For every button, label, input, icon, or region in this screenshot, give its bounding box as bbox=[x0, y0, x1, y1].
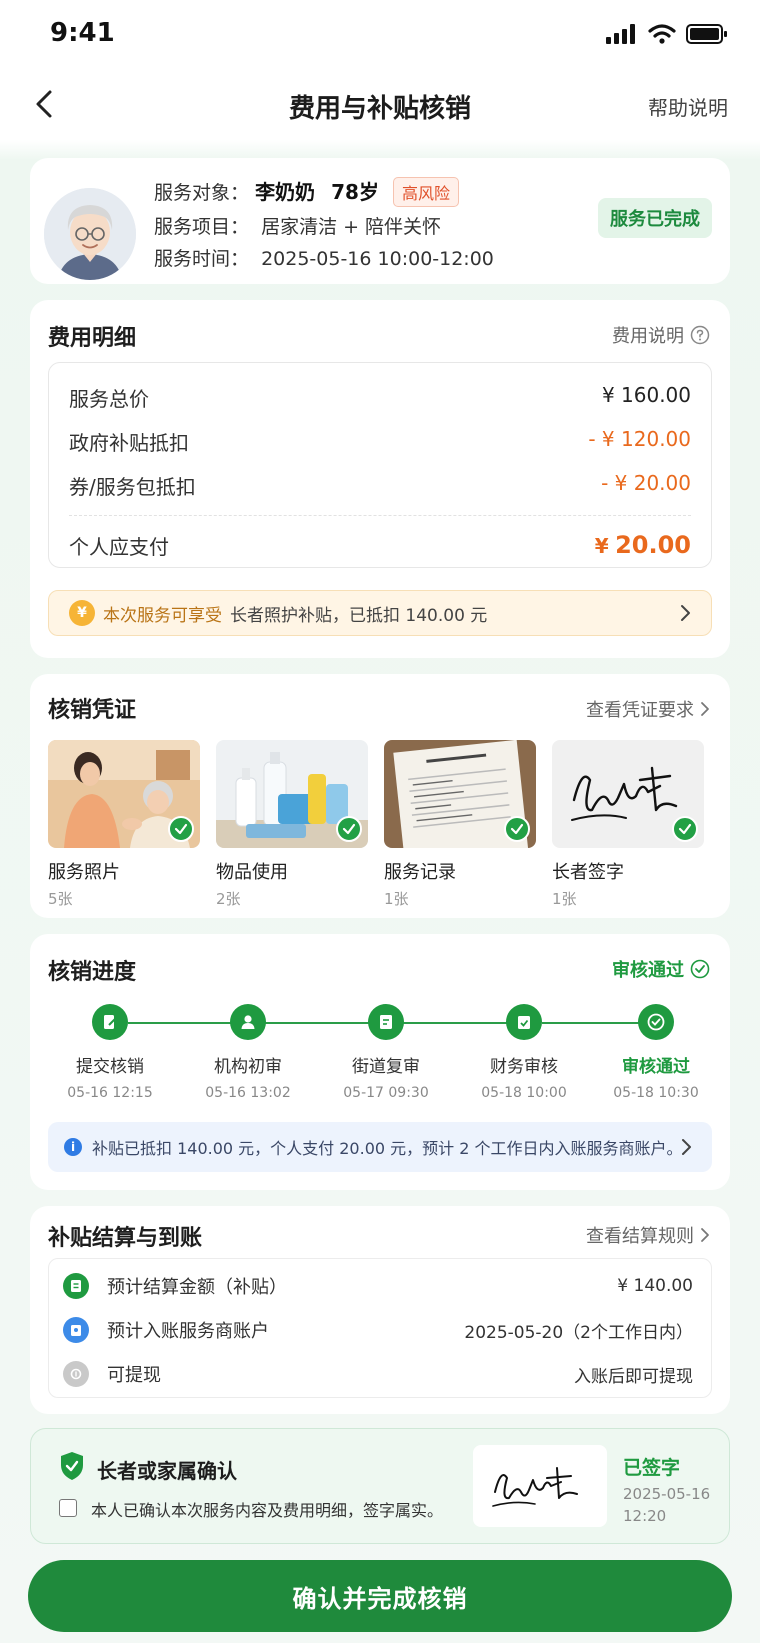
proof-thumbnail bbox=[384, 740, 536, 848]
service-target-line: 服务对象： 李奶奶 78岁 高风险 bbox=[154, 176, 460, 207]
signal-icon bbox=[606, 24, 635, 44]
check-icon bbox=[504, 816, 530, 842]
confirmation-card: 长者或家属确认 本人已确认本次服务内容及费用明细，签字属实。 已签字 2025-… bbox=[30, 1428, 730, 1544]
client-age: 78岁 bbox=[331, 180, 379, 204]
client-name: 李奶奶 bbox=[255, 180, 316, 204]
settlement-rules-link[interactable]: 查看结算规则 bbox=[586, 1222, 710, 1248]
coin-icon: ¥ bbox=[69, 600, 95, 626]
service-item: 居家清洁 + 陪伴关怀 bbox=[261, 216, 442, 238]
account-icon bbox=[63, 1317, 89, 1343]
user-icon bbox=[230, 1004, 266, 1040]
proof-item-photos[interactable]: 服务照片 5张 bbox=[48, 740, 200, 909]
clipboard-check-icon bbox=[506, 1004, 542, 1040]
calculator-icon bbox=[63, 1273, 89, 1299]
service-info-card: 服务对象： 李奶奶 78岁 高风险 服务项目： 居家清洁 + 陪伴关怀 服务时间… bbox=[30, 158, 730, 284]
confirm-writeoff-button[interactable]: 确认并完成核销 bbox=[28, 1560, 732, 1632]
help-link[interactable]: 帮助说明 bbox=[648, 92, 728, 121]
confirmation-title: 长者或家属确认 bbox=[97, 1459, 237, 1483]
check-icon bbox=[672, 816, 698, 842]
proof-item-signature[interactable]: 长者签字 1张 bbox=[552, 740, 704, 909]
status-bar: 9:41 bbox=[0, 0, 760, 70]
proof-section-title: 核销凭证 bbox=[48, 698, 137, 723]
progress-step: 提交核销 05-16 12:15 bbox=[50, 1004, 170, 1101]
progress-step: 财务审核 05-18 10:00 bbox=[464, 1004, 584, 1101]
fee-row: 政府补贴抵扣 - ¥ 120.00 bbox=[69, 427, 691, 455]
confirm-checkbox[interactable] bbox=[59, 1499, 77, 1517]
fee-total-value: 20.00 bbox=[615, 531, 691, 559]
service-item-line: 服务项目： 居家清洁 + 陪伴关怀 bbox=[154, 216, 442, 238]
proof-item-record[interactable]: 服务记录 1张 bbox=[384, 740, 536, 909]
withdraw-icon bbox=[63, 1361, 89, 1387]
chevron-right-icon bbox=[681, 605, 690, 621]
proof-count: 5张 bbox=[48, 890, 73, 908]
status-icons bbox=[606, 24, 728, 44]
progress-status: 审核通过 bbox=[612, 956, 710, 982]
fee-row: 券/服务包抵扣 - ¥ 20.00 bbox=[69, 471, 691, 499]
settlement-box: 预计结算金额（补贴） ¥ 140.00 预计入账服务商账户 2025-05-20… bbox=[48, 1258, 712, 1398]
fee-total-currency: ¥ bbox=[594, 534, 609, 558]
confirmation-text: 本人已确认本次服务内容及费用明细，签字属实。 bbox=[91, 1501, 444, 1520]
shield-check-icon bbox=[61, 1452, 83, 1480]
progress-step: 机构初审 05-16 13:02 bbox=[188, 1004, 308, 1101]
progress-step: 审核通过 05-18 10:30 bbox=[596, 1004, 716, 1101]
settlement-row: 预计结算金额（补贴） ¥ 140.00 bbox=[63, 1271, 693, 1301]
signed-status: 已签字 bbox=[623, 1457, 681, 1479]
progress-section-title: 核销进度 bbox=[48, 960, 137, 985]
proof-label: 服务照片 bbox=[48, 862, 120, 883]
page-title: 费用与补贴核销 bbox=[288, 94, 471, 124]
document-icon bbox=[368, 1004, 404, 1040]
settlement-row: 可提现 入账后即可提现 bbox=[63, 1359, 693, 1389]
chevron-right-icon bbox=[701, 1228, 709, 1242]
proof-label: 长者签字 bbox=[552, 862, 624, 883]
proof-thumbnail bbox=[552, 740, 704, 848]
check-icon bbox=[336, 816, 362, 842]
avatar bbox=[44, 188, 136, 280]
check-icon bbox=[168, 816, 194, 842]
proof-label: 服务记录 bbox=[384, 862, 456, 883]
question-circle-icon bbox=[690, 325, 710, 345]
signed-date: 2025-05-16 12:20 bbox=[623, 1485, 711, 1525]
fee-card: 费用明细 费用说明 服务总价 ¥ 160.00 政府补贴抵扣 - ¥ 120.0… bbox=[30, 300, 730, 658]
risk-badge: 高风险 bbox=[393, 177, 460, 207]
fee-total-row: 个人应支付 ¥ 20.00 bbox=[69, 531, 691, 559]
proof-requirements-link[interactable]: 查看凭证要求 bbox=[586, 696, 710, 722]
wifi-icon bbox=[648, 24, 676, 44]
check-circle-icon bbox=[638, 1004, 674, 1040]
service-time: 2025-05-16 10:00-12:00 bbox=[261, 248, 494, 270]
battery-icon bbox=[686, 24, 727, 44]
fee-section-title: 费用明细 bbox=[48, 326, 137, 351]
chevron-right-icon bbox=[701, 702, 709, 716]
edit-icon bbox=[92, 1004, 128, 1040]
proof-count: 1张 bbox=[552, 890, 577, 908]
info-icon: i bbox=[64, 1138, 82, 1156]
fee-detail-box: 服务总价 ¥ 160.00 政府补贴抵扣 - ¥ 120.00 券/服务包抵扣 … bbox=[48, 362, 712, 568]
proof-label: 物品使用 bbox=[216, 862, 288, 883]
progress-card: 核销进度 审核通过 提交核销 05-16 12:15 机构初审 05-16 13… bbox=[30, 934, 730, 1190]
fee-explain-link[interactable]: 费用说明 bbox=[612, 322, 710, 348]
status-badge: 服务已完成 bbox=[598, 198, 712, 238]
subsidy-banner[interactable]: ¥ 本次服务可享受 长者照护补贴，已抵扣 140.00 元 bbox=[48, 590, 712, 636]
proof-count: 1张 bbox=[384, 890, 409, 908]
signature-image bbox=[492, 1467, 578, 1507]
proof-count: 2张 bbox=[216, 890, 241, 908]
signature-box[interactable] bbox=[473, 1445, 607, 1527]
proof-thumbnail bbox=[48, 740, 200, 848]
settlement-notice[interactable]: i 补贴已抵扣 140.00 元，个人支付 20.00 元，预计 2 个工作日内… bbox=[48, 1122, 712, 1172]
chevron-right-icon bbox=[682, 1139, 691, 1155]
check-circle-icon bbox=[690, 959, 710, 979]
status-time: 9:41 bbox=[50, 18, 115, 48]
nav-bar: 费用与补贴核销 帮助说明 bbox=[0, 70, 760, 140]
proof-thumbnail bbox=[216, 740, 368, 848]
settlement-row: 预计入账服务商账户 2025-05-20（2个工作日内） bbox=[63, 1315, 693, 1345]
proof-card: 核销凭证 查看凭证要求 服务照片 5张 物品使用 2张 服务记录 1张 长者签字… bbox=[30, 674, 730, 918]
service-time-line: 服务时间： 2025-05-16 10:00-12:00 bbox=[154, 248, 494, 270]
fee-row: 服务总价 ¥ 160.00 bbox=[69, 383, 691, 411]
progress-step: 街道复审 05-17 09:30 bbox=[326, 1004, 446, 1101]
proof-item-supplies[interactable]: 物品使用 2张 bbox=[216, 740, 368, 909]
fee-divider bbox=[69, 515, 691, 516]
settlement-card: 补贴结算与到账 查看结算规则 预计结算金额（补贴） ¥ 140.00 预计入账服… bbox=[30, 1206, 730, 1414]
settlement-section-title: 补贴结算与到账 bbox=[48, 1226, 203, 1251]
